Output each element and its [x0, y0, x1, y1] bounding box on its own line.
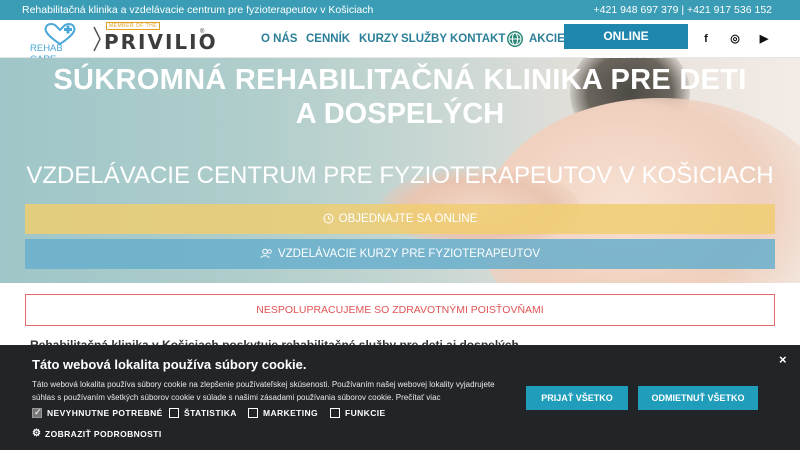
- order-online-button[interactable]: OBJEDNAJTE SA ONLINE: [25, 204, 775, 234]
- rehab-care-logo[interactable]: REHAB CARE: [28, 22, 90, 65]
- checkbox-label: ŠTATISTIKA: [184, 408, 237, 418]
- users-icon: [260, 249, 272, 259]
- cookie-title: Táto webová lokalita používa súbory cook…: [32, 357, 307, 372]
- hero-subtitle: VZDELÁVACIE CENTRUM PRE FYZIOTERAPEUTOV …: [26, 162, 774, 189]
- nav-item-sluzby[interactable]: SLUŽBY: [401, 33, 447, 45]
- privilio-badge: MEMBER OF THE: [106, 22, 161, 30]
- registered-mark: ®: [200, 29, 205, 35]
- hero-title-line1: SÚKROMNÁ REHABILITAČNÁ KLINIKA PRE DETI: [53, 64, 747, 96]
- cookie-description: Táto webová lokalita používa súbory cook…: [32, 380, 495, 402]
- checkbox-label: FUNKCIE: [345, 408, 386, 418]
- nav-item-kurzy[interactable]: KURZY: [359, 33, 399, 45]
- show-details-label: ZOBRAZIŤ PODROBNOSTI: [45, 429, 162, 439]
- reject-all-button[interactable]: ODMIETNUŤ VŠETKO: [638, 386, 758, 410]
- logo-separator-icon: [93, 26, 101, 52]
- checkbox-box[interactable]: [32, 407, 42, 418]
- checkbox-box[interactable]: [330, 408, 340, 418]
- youtube-icon[interactable]: ▶: [754, 29, 774, 49]
- close-icon[interactable]: ×: [779, 352, 787, 367]
- nav-item-kontakt[interactable]: KONTAKT: [450, 33, 505, 45]
- nav-item-cennik[interactable]: CENNÍK: [306, 33, 350, 45]
- checkbox-label: MARKETING: [263, 408, 319, 418]
- top-info-bar: Rehabilitačná klinika a vzdelávacie cent…: [0, 0, 800, 20]
- hero-title-line2: A DOSPELÝCH: [295, 98, 505, 130]
- checkbox-box[interactable]: [248, 408, 258, 418]
- topbar-tagline: Rehabilitačná klinika a vzdelávacie cent…: [22, 4, 374, 16]
- insurance-notice: NESPOLUPRACUJEME SO ZDRAVOTNÝMI POISŤOVŇ…: [25, 294, 775, 326]
- clock-icon: [323, 213, 334, 224]
- privilio-logo[interactable]: MEMBER OF THE PRIVILIO ®: [104, 22, 216, 56]
- topbar-phones[interactable]: +421 948 697 379 | +421 917 536 152: [594, 4, 772, 16]
- order-online-label: OBJEDNAJTE SA ONLINE: [338, 213, 478, 225]
- courses-button[interactable]: VZDELÁVACIE KURZY PRE FYZIOTERAPEUTOV: [25, 239, 775, 269]
- nav-item-akcie[interactable]: AKCIE: [529, 33, 565, 45]
- checkbox-box[interactable]: [169, 408, 179, 418]
- courses-label: VZDELÁVACIE KURZY PRE FYZIOTERAPEUTOV: [277, 248, 540, 260]
- cookie-banner: Táto webová lokalita používa súbory cook…: [0, 345, 800, 450]
- online-reservation-button[interactable]: ONLINE REZERVÁCIA: [564, 24, 688, 68]
- checkbox-label: NEVYHNUTNE POTREBNÉ: [47, 408, 163, 418]
- facebook-icon[interactable]: f: [696, 29, 716, 49]
- globe-icon[interactable]: [507, 31, 523, 47]
- nav-item-o-nas[interactable]: O NÁS: [261, 33, 297, 45]
- accept-all-button[interactable]: PRIJAŤ VŠETKO: [526, 386, 628, 410]
- instagram-icon[interactable]: ◎: [725, 29, 745, 49]
- gear-icon: ⚙: [32, 428, 42, 439]
